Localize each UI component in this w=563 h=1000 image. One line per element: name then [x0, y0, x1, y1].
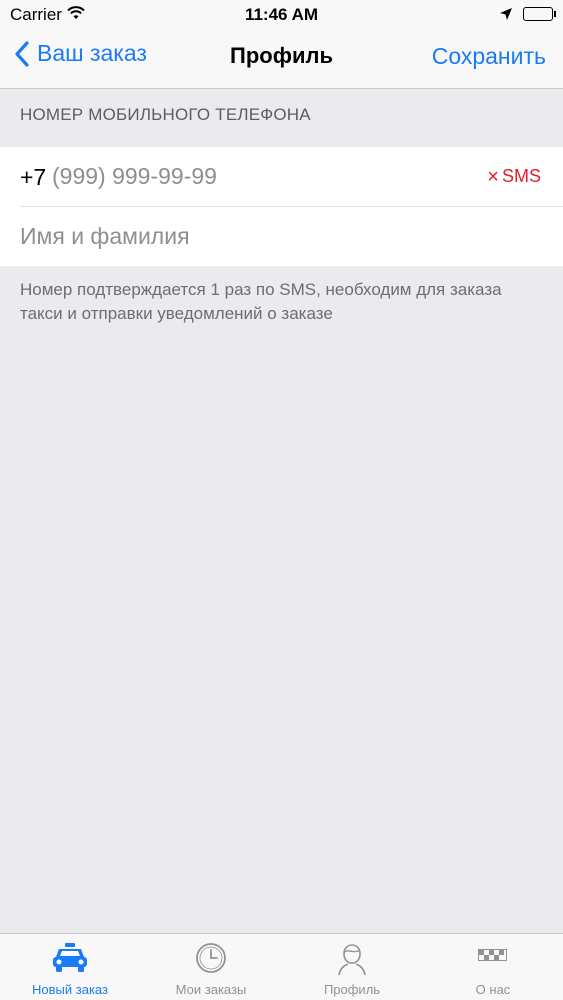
- section-footer-note: Номер подтверждается 1 раз по SMS, необх…: [20, 280, 502, 323]
- tab-my-orders[interactable]: Мои заказы: [141, 934, 281, 1000]
- tab-profile[interactable]: Профиль: [282, 934, 422, 1000]
- sms-status-button[interactable]: × SMS: [487, 166, 541, 187]
- top-bar: Carrier 11:46 AM Ваш заказ Профиль Сохра…: [0, 0, 563, 89]
- person-icon: [338, 944, 366, 976]
- status-bar: Carrier 11:46 AM: [0, 0, 563, 30]
- tab-about[interactable]: О нас: [423, 934, 563, 1000]
- location-arrow-icon: [499, 6, 513, 26]
- tab-label: О нас: [475, 982, 511, 997]
- profile-form-group: +7 × SMS: [0, 147, 563, 266]
- section-header: НОМЕР МОБИЛЬНОГО ТЕЛЕФОНА: [20, 105, 311, 124]
- name-input[interactable]: [20, 220, 520, 252]
- cross-icon: ×: [487, 165, 499, 188]
- sms-label: SMS: [501, 166, 541, 186]
- phone-input[interactable]: [52, 160, 412, 192]
- navigation-bar: Ваш заказ Профиль Сохранить: [0, 30, 563, 88]
- clock-time: 11:46 AM: [244, 5, 319, 24]
- tab-label: Профиль: [323, 982, 381, 997]
- taxi-checker-icon: [478, 949, 507, 961]
- tab-label: Мои заказы: [175, 982, 247, 997]
- tab-new-order[interactable]: Новый заказ: [0, 934, 140, 1000]
- save-button[interactable]: Сохранить: [432, 43, 546, 70]
- phone-prefix: +7: [20, 164, 47, 190]
- battery-icon: [523, 7, 556, 21]
- taxi-icon: [53, 943, 87, 972]
- name-row: [0, 207, 563, 266]
- clock-icon: [196, 943, 226, 973]
- tab-label: Новый заказ: [32, 982, 108, 997]
- tab-bar: Новый заказ Мои заказы Профиль О нас: [0, 933, 563, 1000]
- phone-row: +7 × SMS: [0, 147, 563, 207]
